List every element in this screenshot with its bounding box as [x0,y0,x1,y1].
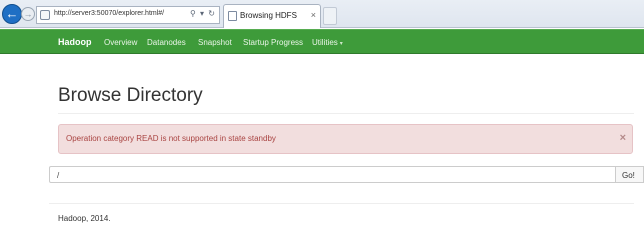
search-refresh-icons[interactable]: ⚲ ▾ ↻ [190,9,216,18]
divider [58,113,634,114]
page-icon [40,10,50,20]
browser-tab[interactable]: Browsing HDFS × [223,4,321,28]
close-icon[interactable]: × [620,132,626,144]
nav-startup-progress[interactable]: Startup Progress [243,38,303,47]
divider [49,203,634,204]
back-button[interactable]: ← [2,4,22,24]
new-tab-button[interactable] [323,7,337,25]
page-icon [228,11,237,21]
close-icon[interactable]: × [311,10,316,20]
brand-link[interactable]: Hadoop [58,37,92,47]
tab-title: Browsing HDFS [240,11,297,20]
browser-toolbar: ← → http://server3:50070/explorer.html#/… [0,0,644,28]
nav-utilities[interactable]: Utilities ▾ [312,38,343,47]
arrow-left-icon: ← [5,6,19,21]
page-title: Browse Directory [58,85,203,106]
chevron-down-icon: ▾ [339,41,343,47]
forward-button[interactable]: → [21,7,35,21]
nav-overview[interactable]: Overview [104,38,137,47]
address-url: http://server3:50070/explorer.html#/ [54,10,165,17]
nav-snapshot[interactable]: Snapshot [198,38,232,47]
nav-utilities-label: Utilities [312,38,338,47]
arrow-right-icon: → [23,9,33,19]
nav-datanodes[interactable]: Datanodes [147,38,186,47]
error-alert: Operation category READ is not supported… [58,124,633,154]
directory-path-input[interactable]: / [49,166,616,183]
alert-message: Operation category READ is not supported… [66,134,276,143]
go-button[interactable]: Go! [616,166,644,183]
navbar: Hadoop Overview Datanodes Snapshot Start… [0,29,644,54]
footer-text: Hadoop, 2014. [58,214,111,223]
address-bar[interactable]: http://server3:50070/explorer.html#/ ⚲ ▾… [36,6,220,24]
